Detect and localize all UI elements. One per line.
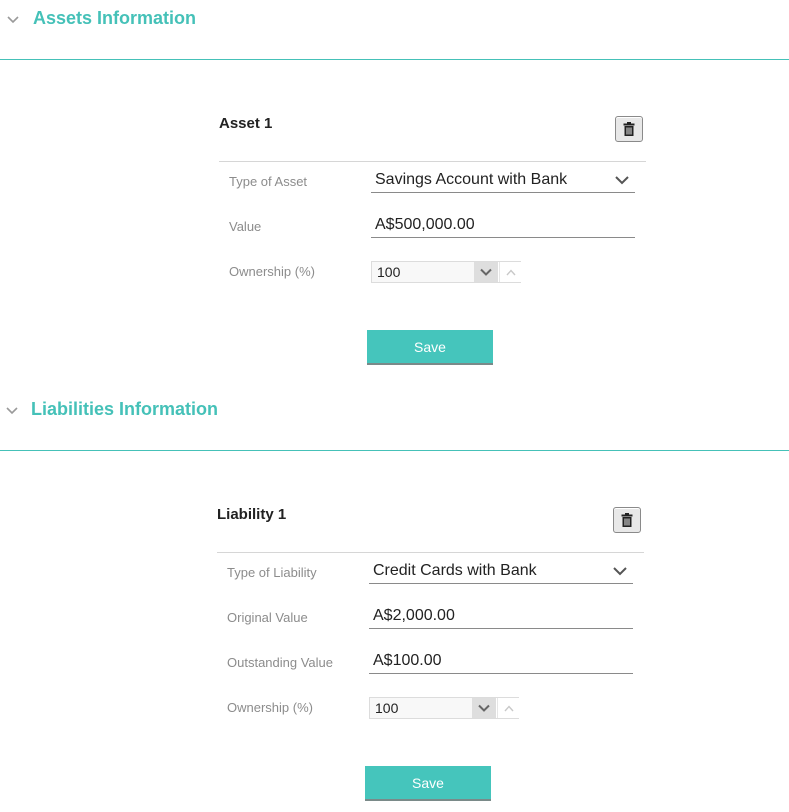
asset-type-select[interactable]: Savings Account with Bank: [371, 169, 635, 193]
chevron-up-icon: [505, 268, 516, 275]
liability-card-divider: [217, 552, 644, 553]
asset-value-label: Value: [229, 219, 262, 234]
assets-section-header[interactable]: Assets Information: [0, 0, 789, 40]
liability-ownership-increment-button[interactable]: [497, 698, 519, 718]
chevron-down-icon: [478, 704, 490, 712]
liability-type-value: Credit Cards with Bank: [373, 562, 537, 579]
asset-card-divider: [219, 161, 646, 162]
asset-value-input[interactable]: A$500,000.00: [371, 214, 635, 238]
liability-outstanding-label: Outstanding Value: [227, 655, 333, 670]
liabilities-divider: [0, 450, 789, 451]
chevron-down-icon: [615, 176, 629, 185]
delete-liability-button[interactable]: [613, 507, 641, 533]
chevron-down-icon[interactable]: [6, 15, 20, 25]
asset-ownership-decrement-button[interactable]: [474, 262, 498, 282]
liability-ownership-stepper: 100: [369, 697, 519, 719]
liability-ownership-decrement-button[interactable]: [472, 698, 496, 718]
asset-ownership-increment-button[interactable]: [499, 262, 521, 282]
chevron-down-icon[interactable]: [5, 406, 19, 416]
asset-type-label: Type of Asset: [229, 174, 308, 189]
liability-original-value-input[interactable]: A$2,000.00: [369, 605, 633, 629]
chevron-down-icon: [613, 567, 627, 576]
assets-divider: [0, 59, 789, 60]
liability-ownership-input[interactable]: 100: [370, 698, 472, 718]
asset-ownership-input[interactable]: 100: [372, 262, 474, 282]
asset-save-button[interactable]: Save: [367, 330, 493, 365]
liability-ownership-label: Ownership (%): [227, 700, 313, 715]
liability-type-label: Type of Liability: [227, 565, 317, 580]
liability-save-button[interactable]: Save: [365, 766, 491, 801]
liabilities-section-header[interactable]: Liabilities Information: [0, 391, 789, 431]
asset-type-value: Savings Account with Bank: [375, 171, 568, 188]
chevron-down-icon: [480, 268, 492, 276]
chevron-up-icon: [503, 704, 514, 711]
liability-original-label: Original Value: [227, 610, 308, 625]
trash-icon: [623, 122, 635, 136]
assets-section-title: Assets Information: [33, 8, 197, 28]
asset-ownership-stepper: 100: [371, 261, 521, 283]
liabilities-section-title: Liabilities Information: [31, 399, 219, 419]
liability-type-select[interactable]: Credit Cards with Bank: [369, 560, 633, 584]
liability-card-title: Liability 1: [217, 506, 287, 523]
asset-card-title: Asset 1: [219, 115, 273, 132]
trash-icon: [621, 513, 633, 527]
asset-ownership-label: Ownership (%): [229, 264, 315, 279]
liability-outstanding-value-input[interactable]: A$100.00: [369, 650, 633, 674]
delete-asset-button[interactable]: [615, 116, 643, 142]
